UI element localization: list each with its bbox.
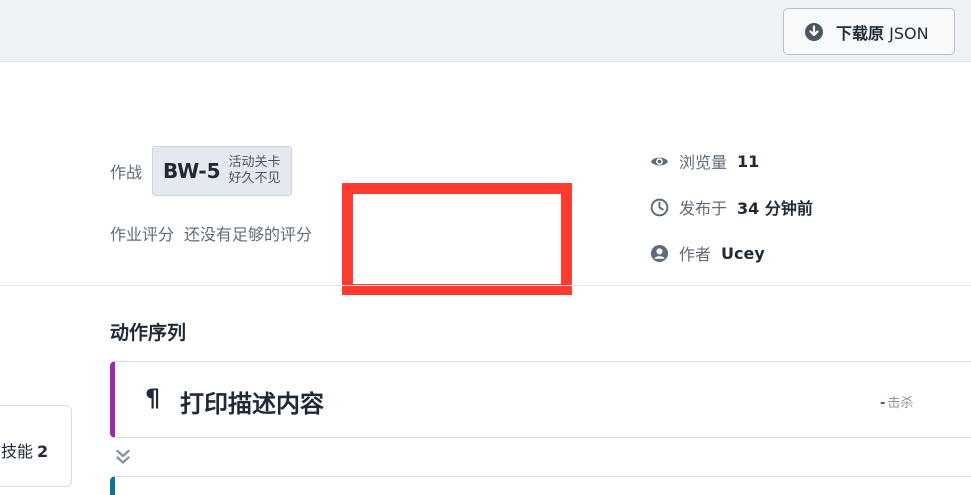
kill-count: - 击杀 (880, 392, 913, 411)
skill-card[interactable]: 技能 2 (0, 405, 72, 487)
stage-note: 好久不见 (228, 171, 281, 186)
stage-label: 作战 (110, 163, 143, 182)
author-item: 作者 Ucey (650, 241, 765, 265)
download-label-thin: JSON (889, 23, 929, 43)
author-label: 作者 (679, 245, 712, 264)
kill-dash: - (880, 396, 886, 411)
top-toolbar: 下载原 JSON (0, 0, 971, 62)
kill-label: 击杀 (887, 396, 914, 411)
action-card[interactable]: ¶ 打印描述内容 - 击杀 (110, 361, 971, 438)
next-action-card[interactable] (110, 476, 971, 495)
eye-icon (650, 152, 669, 171)
download-label-strong: 下载原 (836, 23, 885, 43)
published-label: 发布于 (679, 199, 728, 218)
views-item: 浏览量 11 (650, 149, 759, 173)
stage-event: 活动关卡 (228, 155, 281, 170)
rating-row: 作业评分 还没有足够的评分 (110, 221, 312, 245)
stage-tag[interactable]: BW-5 活动关卡 好久不见 (152, 146, 292, 196)
section-divider (0, 285, 971, 286)
views-label: 浏览量 (679, 153, 728, 172)
published-item: 发布于 34 分钟前 (650, 195, 813, 219)
rating-label: 作业评分 (110, 225, 175, 244)
skill-value: 2 (37, 442, 49, 461)
pilcrow-icon: ¶ (145, 384, 161, 412)
double-chevron-down-icon (115, 448, 131, 466)
download-icon (804, 22, 824, 42)
stage-code: BW-5 (163, 159, 221, 183)
action-sequence-title: 动作序列 (110, 322, 187, 344)
stage-row: 作战 BW-5 活动关卡 好久不见 (110, 146, 292, 196)
rating-value: 还没有足够的评分 (184, 225, 313, 244)
author-value[interactable]: Ucey (721, 244, 765, 263)
published-value: 34 分钟前 (737, 199, 813, 218)
highlight-box (342, 183, 572, 295)
action-title: 打印描述内容 (180, 390, 324, 418)
skill-text: 技能 2 (1, 438, 48, 462)
clock-icon (650, 198, 669, 217)
views-value: 11 (737, 151, 760, 171)
user-circle-icon (650, 244, 669, 263)
page: 下载原 JSON 作战 BW-5 活动关卡 好久不见 作业评分 还没有足够的评分… (0, 0, 971, 495)
download-json-button[interactable]: 下载原 JSON (783, 8, 955, 55)
skill-label: 技能 (1, 442, 34, 461)
stage-meta: 活动关卡 好久不见 (229, 155, 281, 187)
